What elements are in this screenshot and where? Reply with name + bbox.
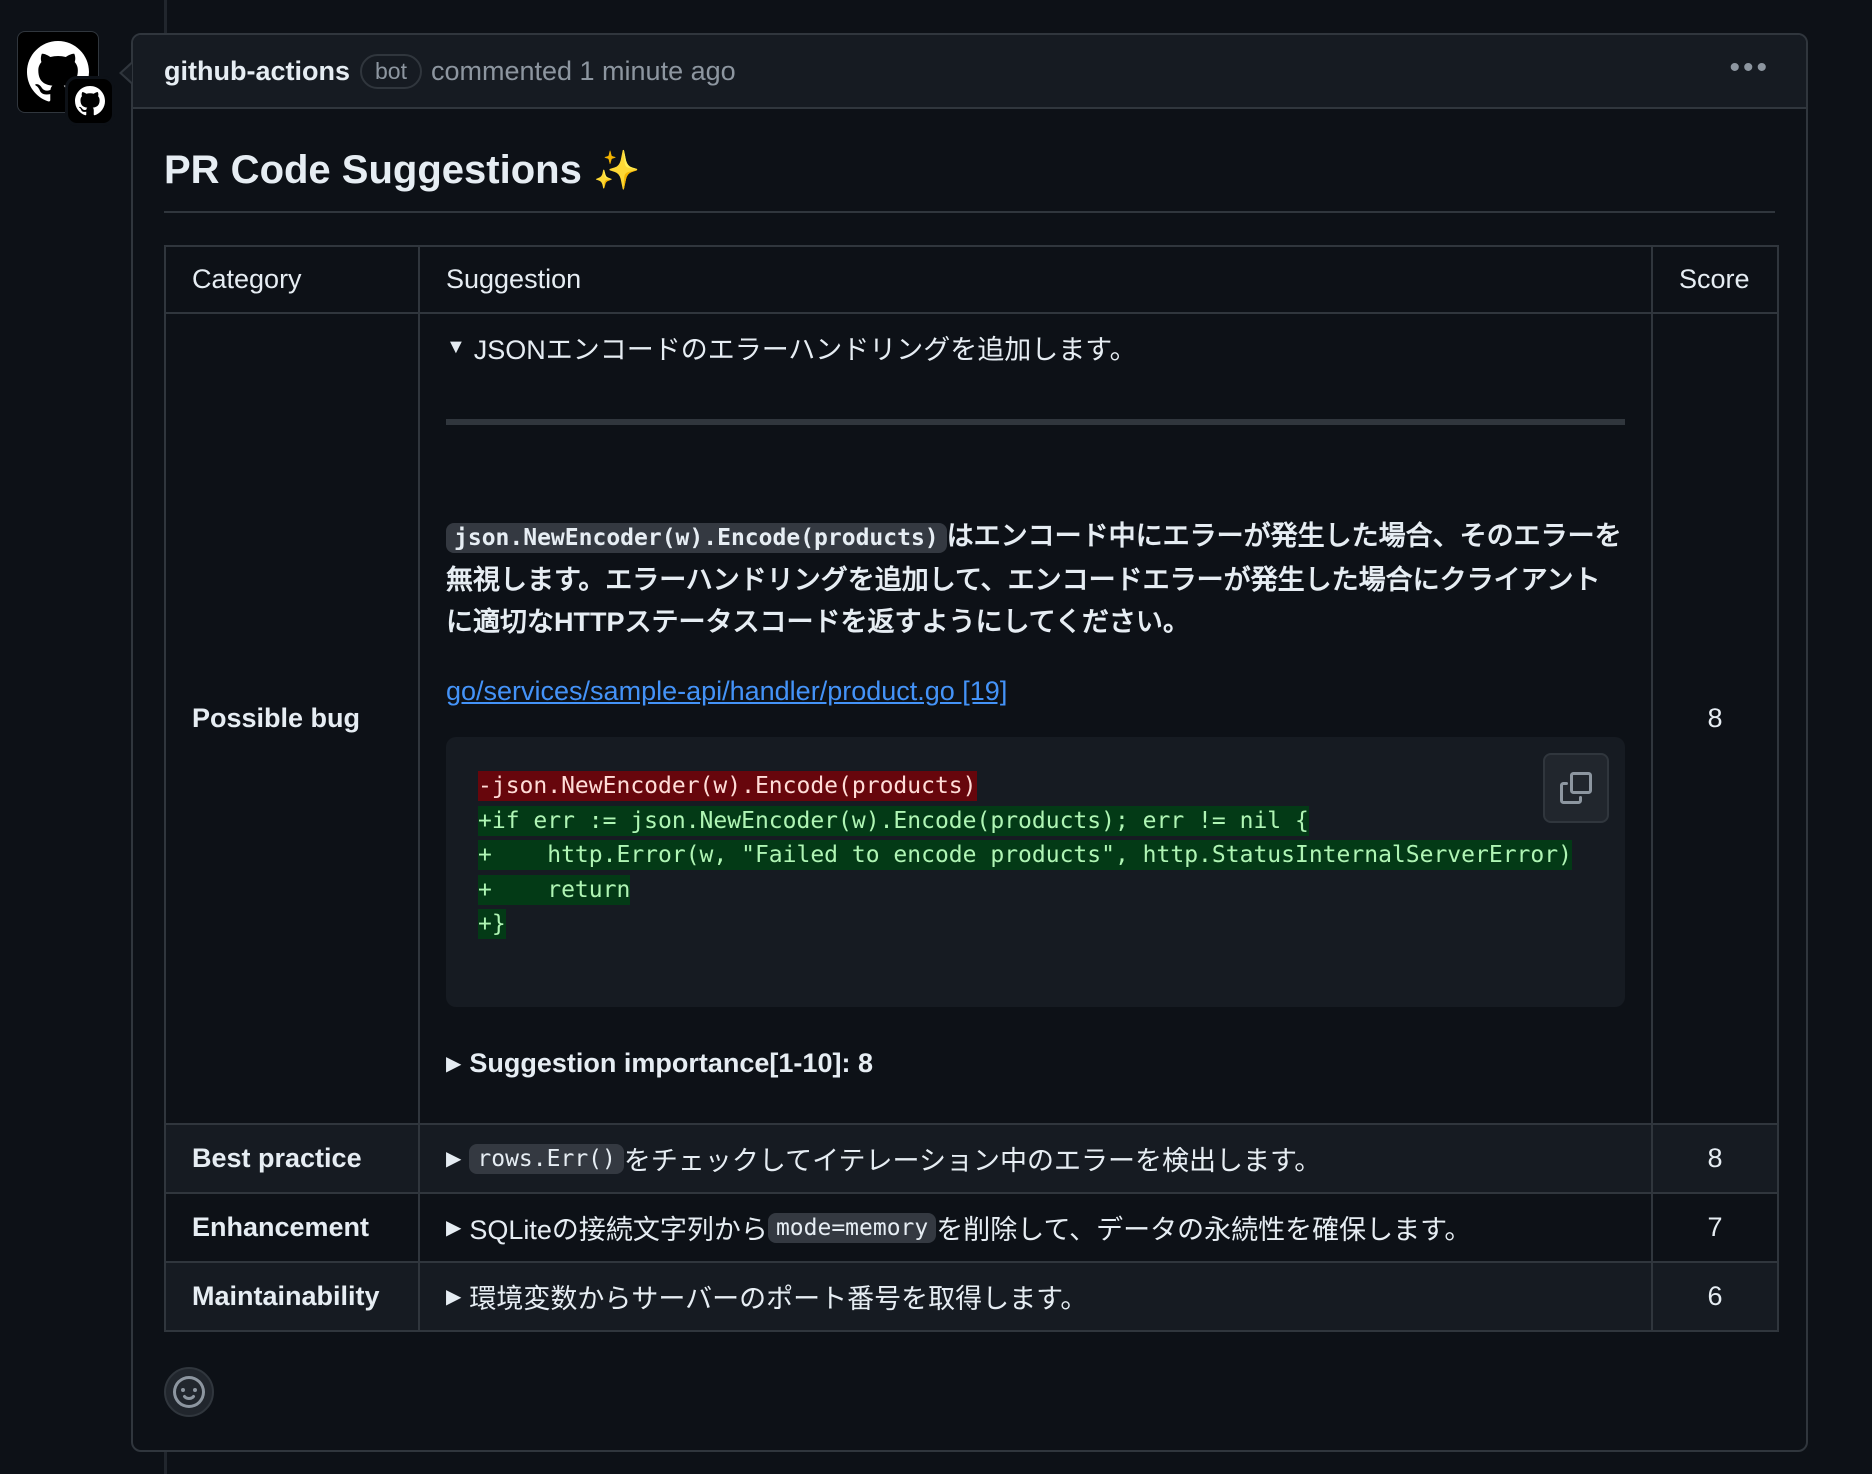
diff-line: +if err := json.NewEncoder(w).Encode(pro…: [478, 805, 1309, 836]
table-row: Possible bug ▼ JSONエンコードのエラーハンドリングを追加します…: [164, 312, 1779, 1125]
summary-text-after: を削除して、データの永続性を確保します。: [936, 1215, 1472, 1245]
app-badge: [65, 76, 115, 126]
bot-badge: bot: [359, 53, 422, 89]
summary-text: をチェックしてイテレーション中のエラーを検出します。: [623, 1146, 1322, 1176]
category-cell: Enhancement: [164, 1192, 420, 1263]
kebab-horizontal-icon[interactable]: •••: [1729, 53, 1770, 83]
header-score: Score: [1651, 245, 1779, 314]
suggestion-cell: ▶ rows.Err() をチェックしてイテレーション中のエラーを検出します。: [418, 1123, 1653, 1194]
suggestion-summary[interactable]: ▶ SQLiteの接続文字列から mode=memory を削除して、データの永続性…: [446, 1208, 1625, 1247]
header-category: Category: [164, 245, 420, 314]
category-cell: Possible bug: [164, 312, 420, 1125]
diff-line: +}: [478, 909, 506, 939]
inline-code: mode=memory: [767, 1212, 937, 1243]
comment-box: github-actions bot commented 1 minute ag…: [131, 33, 1808, 1452]
suggestion-description: json.NewEncoder(w).Encode(products) はエンコー…: [446, 515, 1625, 643]
suggestion-cell: ▶ SQLiteの接続文字列から mode=memory を削除して、データの永続性…: [418, 1192, 1653, 1263]
comment-body: PR Code Suggestions ✨ Category Suggestio…: [133, 109, 1806, 1332]
inline-code: rows.Err(): [469, 1143, 624, 1174]
smiley-icon: [173, 1376, 205, 1408]
author-name[interactable]: github-actions: [164, 56, 350, 87]
comment-caret-inner: [122, 64, 132, 82]
comment-timestamp[interactable]: commented 1 minute ago: [431, 56, 736, 87]
table-row: Best practice ▶ rows.Err() をチェックしてイテレーション…: [164, 1123, 1779, 1194]
diff-line: -json.NewEncoder(w).Encode(products): [478, 771, 977, 801]
sparkles-icon: ✨: [592, 150, 641, 192]
page-title: PR Code Suggestions ✨: [164, 109, 1775, 213]
score-cell: 7: [1651, 1192, 1779, 1263]
score-cell: 6: [1651, 1261, 1779, 1332]
diff-line: + return: [478, 874, 631, 905]
title-text: PR Code Suggestions: [164, 148, 582, 192]
diff-code-block: -json.NewEncoder(w).Encode(products) +if…: [446, 737, 1625, 1007]
suggestion-cell: ▼ JSONエンコードのエラーハンドリングを追加します。 json.NewEnc…: [418, 312, 1653, 1125]
divider: [446, 419, 1625, 425]
suggestions-table: Category Suggestion Score Possible bug ▼…: [164, 245, 1779, 1332]
importance-summary[interactable]: ▶ Suggestion importance[1-10]: 8: [446, 1045, 1625, 1081]
suggestion-summary[interactable]: ▶ rows.Err() をチェックしてイテレーション中のエラーを検出します。: [446, 1139, 1625, 1178]
comment-header: github-actions bot commented 1 minute ag…: [133, 35, 1806, 109]
category-cell: Maintainability: [164, 1261, 420, 1332]
table-row: Enhancement ▶ SQLiteの接続文字列から mode=memory を…: [164, 1192, 1779, 1263]
score-cell: 8: [1651, 312, 1779, 1125]
triangle-right-icon: ▶: [446, 1217, 462, 1239]
triangle-down-icon: ▼: [446, 335, 466, 358]
summary-text: JSONエンコードのエラーハンドリングを追加します。: [473, 334, 1137, 365]
add-reaction-button[interactable]: [164, 1367, 214, 1417]
file-link[interactable]: go/services/sample-api/handler/product.g…: [446, 676, 1007, 707]
triangle-right-icon: ▶: [446, 1148, 462, 1170]
diff-line: + http.Error(w, "Failed to encode produc…: [478, 840, 1572, 870]
score-cell: 8: [1651, 1123, 1779, 1194]
triangle-right-icon: ▶: [446, 1052, 462, 1075]
category-cell: Best practice: [164, 1123, 420, 1194]
suggestion-summary[interactable]: ▶ 環境変数からサーバーのポート番号を取得します。: [446, 1277, 1625, 1316]
suggestion-cell: ▶ 環境変数からサーバーのポート番号を取得します。: [418, 1261, 1653, 1332]
suggestion-summary[interactable]: ▼ JSONエンコードのエラーハンドリングを追加します。: [446, 329, 1625, 365]
copy-icon: [1560, 772, 1592, 804]
inline-code: json.NewEncoder(w).Encode(products): [446, 523, 947, 553]
copy-button[interactable]: [1543, 753, 1609, 823]
table-row: Maintainability ▶ 環境変数からサーバーのポート番号を取得します…: [164, 1261, 1779, 1332]
triangle-right-icon: ▶: [446, 1286, 462, 1308]
summary-text: 環境変数からサーバーのポート番号を取得します。: [469, 1284, 1088, 1314]
importance-text: Suggestion importance[1-10]: 8: [469, 1047, 873, 1078]
github-mark-icon: [75, 86, 105, 116]
summary-text-before: SQLiteの接続文字列から: [469, 1215, 768, 1245]
header-suggestion: Suggestion: [418, 245, 1653, 314]
